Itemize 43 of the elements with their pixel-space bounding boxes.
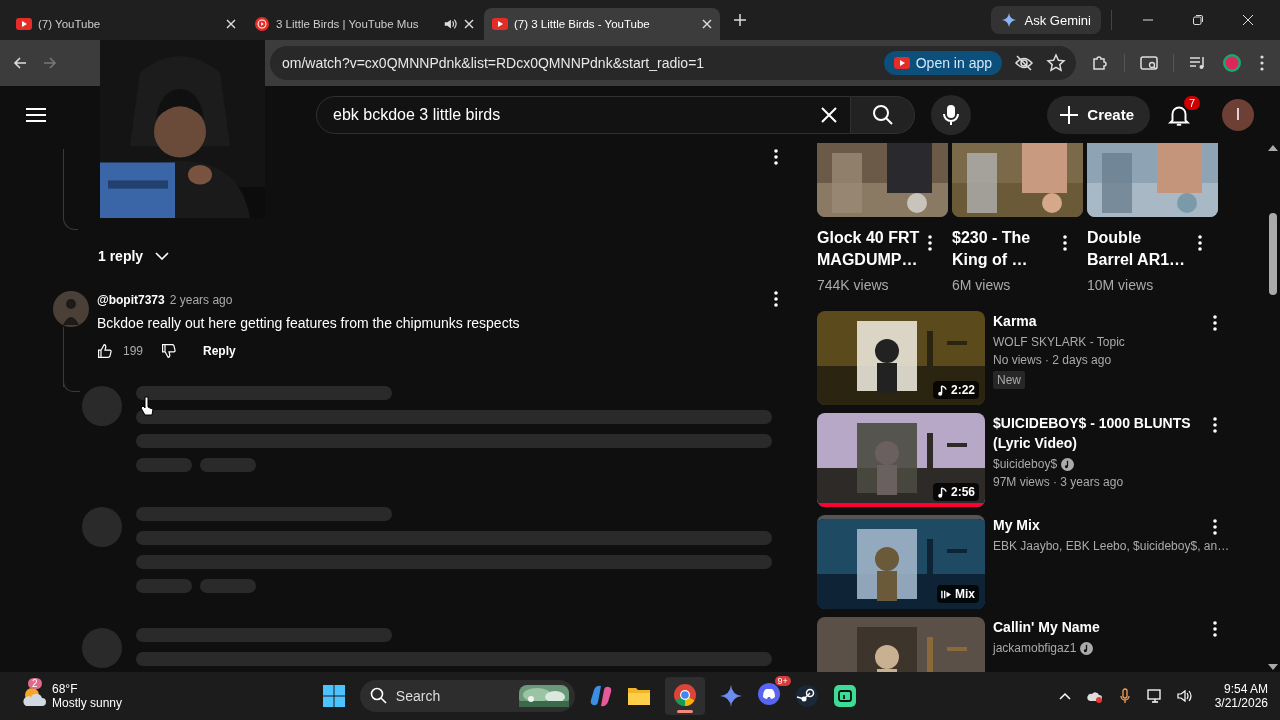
video-title[interactable]: Karma: [993, 311, 1201, 331]
mix-badge: Mix: [937, 585, 979, 603]
clock-time[interactable]: 9:54 AM: [1224, 682, 1268, 696]
notification-badge: 7: [1183, 95, 1200, 110]
short-title[interactable]: $230 - The King of …: [952, 227, 1056, 271]
comment-author[interactable]: @bopit7373: [97, 293, 165, 307]
address-bar[interactable]: om/watch?v=cx0QMNNPdnk&list=RDcx0QMNNPdnk&start_radio=1 Open in app: [270, 46, 1076, 80]
video-title[interactable]: Callin' My Name: [993, 617, 1201, 637]
video-meta: No views · 2 days ago: [993, 353, 1113, 367]
comment-time: 2 years ago: [169, 293, 233, 307]
video-title[interactable]: $UICIDEBOY$ - 1000 BLUNTS (Lyric Video): [993, 413, 1201, 453]
channel-name[interactable]: $uicideboy$: [993, 457, 1058, 471]
notification-badge: 2: [28, 678, 42, 689]
like-count: 199: [123, 344, 144, 358]
duration-badge: 2:22: [932, 381, 979, 399]
ask-gemini-button[interactable]: Ask Gemini: [990, 6, 1101, 34]
search-field[interactable]: ebk bckdoe 3 little birds: [316, 95, 851, 134]
view-count: 744K views: [817, 277, 890, 293]
account-avatar[interactable]: I: [1222, 98, 1254, 131]
duration-badge: 2:56: [932, 483, 979, 501]
notification-badge: 9+: [774, 676, 791, 686]
short-title[interactable]: Glock 40 FRT MAGDUMP…: [817, 227, 921, 271]
browser-tab[interactable]: 3 Little Birds | YouTube Mus: [246, 8, 482, 40]
view-count: 6M views: [952, 277, 1012, 293]
taskbar-search[interactable]: Search: [359, 680, 575, 712]
browser-tab[interactable]: (7) 3 Little Birds - YouTube: [484, 8, 720, 40]
browser-tab[interactable]: (7) YouTube: [8, 8, 244, 40]
video-meta: 97M views · 3 years ago: [993, 475, 1125, 489]
new-badge: New: [993, 371, 1025, 389]
weather-condition: Mostly sunny: [52, 696, 123, 710]
open-in-app-button[interactable]: Open in app: [883, 51, 1002, 75]
channel-name[interactable]: jackamobfigaz1: [993, 641, 1077, 655]
replies-toggle[interactable]: 1 reply: [98, 247, 170, 265]
video-title[interactable]: My Mix: [993, 515, 1201, 535]
view-count: 10M views: [1087, 277, 1155, 293]
channel-name[interactable]: WOLF SKYLARK - Topic: [993, 335, 1125, 349]
comment-text: Bckdoe really out here getting features from the chipmunks respects: [97, 315, 521, 331]
create-button[interactable]: Create: [1047, 95, 1150, 134]
channel-name[interactable]: EBK Jaaybo, EBK Leebo, $uicideboy$, an…: [993, 539, 1230, 553]
short-title[interactable]: Double Barrel AR1…: [1087, 227, 1191, 271]
clock-date[interactable]: 3/21/2026: [1214, 696, 1268, 710]
temperature: 68°F: [52, 682, 79, 696]
reply-button[interactable]: Reply: [203, 344, 236, 358]
